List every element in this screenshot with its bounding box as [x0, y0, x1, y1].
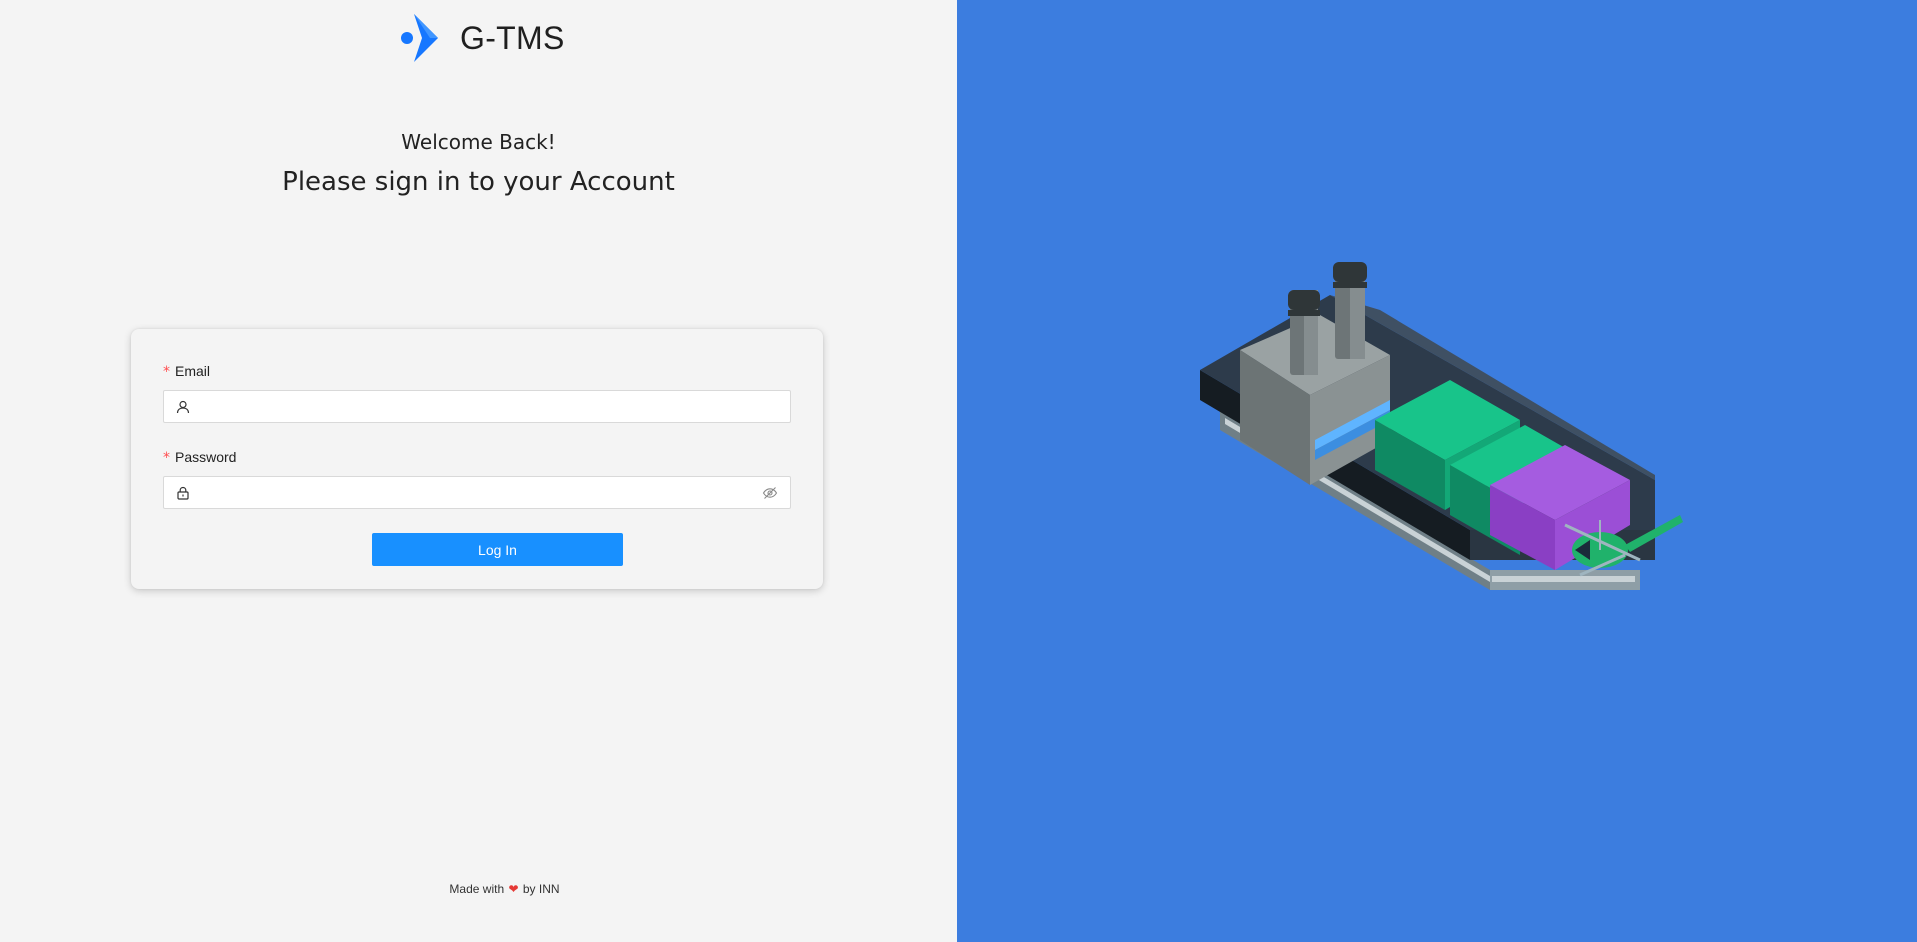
email-label-text: Email	[175, 363, 211, 379]
email-label: * Email	[163, 363, 210, 380]
footer-credit: Made with ❤ by INN	[0, 882, 957, 896]
required-mark: *	[163, 450, 170, 466]
page-subtitle: Please sign in to your Account	[282, 167, 675, 197]
password-input[interactable]	[198, 477, 762, 508]
welcome-heading: Welcome Back!	[401, 130, 556, 154]
brand-logo-icon	[401, 14, 438, 62]
brand-name: G-TMS	[460, 19, 565, 56]
password-field[interactable]	[163, 476, 791, 509]
password-label-text: Password	[175, 449, 237, 465]
email-input[interactable]	[198, 391, 790, 422]
login-button[interactable]: Log In	[372, 533, 623, 566]
email-field[interactable]	[163, 390, 791, 423]
password-label: * Password	[163, 449, 236, 466]
brand-header: G-TMS	[400, 10, 565, 66]
lock-icon	[176, 486, 190, 500]
eye-invisible-icon[interactable]	[762, 485, 778, 501]
user-icon	[176, 400, 190, 414]
footer-suffix: by INN	[522, 882, 560, 896]
footer-prefix: Made with	[449, 882, 505, 896]
required-mark: *	[163, 364, 170, 380]
login-panel: G-TMS Welcome Back! Please sign in to yo…	[0, 0, 957, 942]
container-ship-illustration	[1200, 262, 1683, 590]
heart-icon: ❤	[508, 882, 519, 896]
login-form-card: * Email * Password Log In	[131, 329, 823, 589]
